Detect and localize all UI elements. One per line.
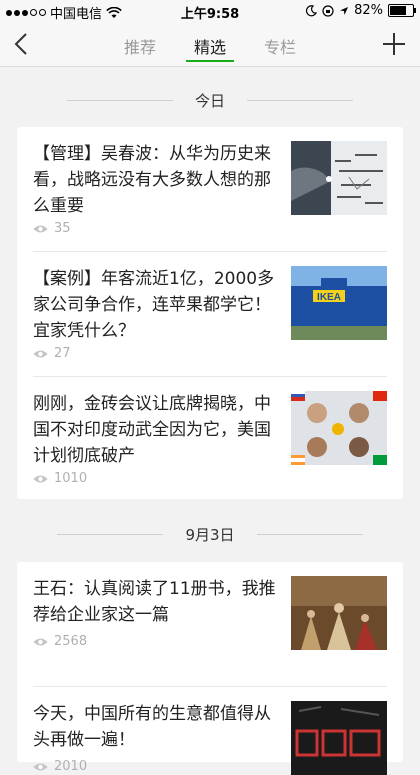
article-title: 今天，中国所有的生意都值得从头再做一遍！ [33, 704, 271, 750]
article-item[interactable]: 【案例】年客流近1亿，2000多家公司争合作，连苹果都学它！宜家凭什么？ 27 … [33, 252, 387, 377]
article-title: 【案例】年客流近1亿，2000多家公司争合作，连苹果都学它！宜家凭什么？ [33, 269, 275, 341]
divider [247, 99, 353, 101]
article-item[interactable]: 刚刚，金砖会议让底牌揭晓，中国不对印度动武全因为它，美国计划彻底破产 1010 [33, 377, 387, 501]
view-count: 2568 [33, 634, 87, 649]
article-title: 【管理】吴春波：从华为历史来看，战略远没有大多数人想的那么重要 [33, 144, 271, 216]
battery-percent: 82% [354, 3, 383, 18]
view-count: 27 [33, 346, 71, 361]
location-arrow-icon [340, 6, 349, 15]
divider [66, 99, 173, 101]
section-date: 9月3日 [185, 525, 235, 544]
section-date: 今日 [194, 91, 225, 110]
svg-text:IKEA: IKEA [317, 292, 341, 303]
article-item[interactable]: 今天，中国所有的生意都值得从头再做一遍！ 2010 [33, 687, 387, 775]
add-icon[interactable] [382, 32, 406, 56]
article-thumbnail [291, 576, 387, 650]
moon-icon [306, 4, 318, 16]
section-header: 9月3日 [0, 519, 420, 549]
section-header: 今日 [0, 85, 420, 115]
article-thumbnail [291, 391, 387, 465]
eye-icon [33, 225, 48, 232]
nav-bar: 推荐 精选 专栏 [0, 22, 420, 67]
article-thumbnail [291, 701, 387, 775]
view-count: 35 [33, 221, 71, 236]
article-title: 刚刚，金砖会议让底牌揭晓，中国不对印度动武全因为它，美国计划彻底破产 [33, 394, 271, 466]
tab-bar: 推荐 精选 专栏 [110, 22, 310, 66]
eye-icon [33, 638, 48, 645]
tab-recommend[interactable]: 推荐 [110, 22, 170, 66]
article-card: 【管理】吴春波：从华为历史来看，战略远没有大多数人想的那么重要 35 【案例】年… [17, 127, 403, 499]
view-count: 1010 [33, 471, 87, 486]
back-arrow-icon[interactable] [10, 30, 34, 58]
tab-featured[interactable]: 精选 [180, 22, 240, 66]
battery-icon [388, 4, 416, 17]
view-count-value: 1010 [54, 471, 88, 486]
eye-icon [33, 763, 48, 770]
eye-icon [33, 475, 48, 482]
divider [256, 533, 363, 535]
view-count-value: 35 [54, 221, 71, 236]
tab-column[interactable]: 专栏 [250, 22, 310, 66]
divider [57, 533, 164, 535]
article-card: 王石：认真阅读了11册书，我推荐给企业家这一篇 2568 今天，中国所有的生意都… [17, 562, 403, 775]
view-count-value: 27 [54, 346, 71, 361]
view-count-value: 2568 [54, 634, 88, 649]
eye-icon [33, 350, 48, 357]
lock-rotation-icon [322, 4, 334, 17]
article-item[interactable]: 【管理】吴春波：从华为历史来看，战略远没有大多数人想的那么重要 35 [33, 127, 387, 252]
article-title: 王石：认真阅读了11册书，我推荐给企业家这一篇 [33, 579, 276, 625]
status-right: 82% [305, 3, 416, 18]
article-thumbnail [291, 141, 387, 215]
article-thumbnail: IKEA [291, 266, 387, 340]
view-count-value: 2010 [54, 759, 88, 774]
view-count: 2010 [33, 759, 87, 774]
article-item[interactable]: 王石：认真阅读了11册书，我推荐给企业家这一篇 2568 [33, 562, 387, 687]
status-bar: 中国电信 上午9:58 82% [0, 0, 420, 22]
